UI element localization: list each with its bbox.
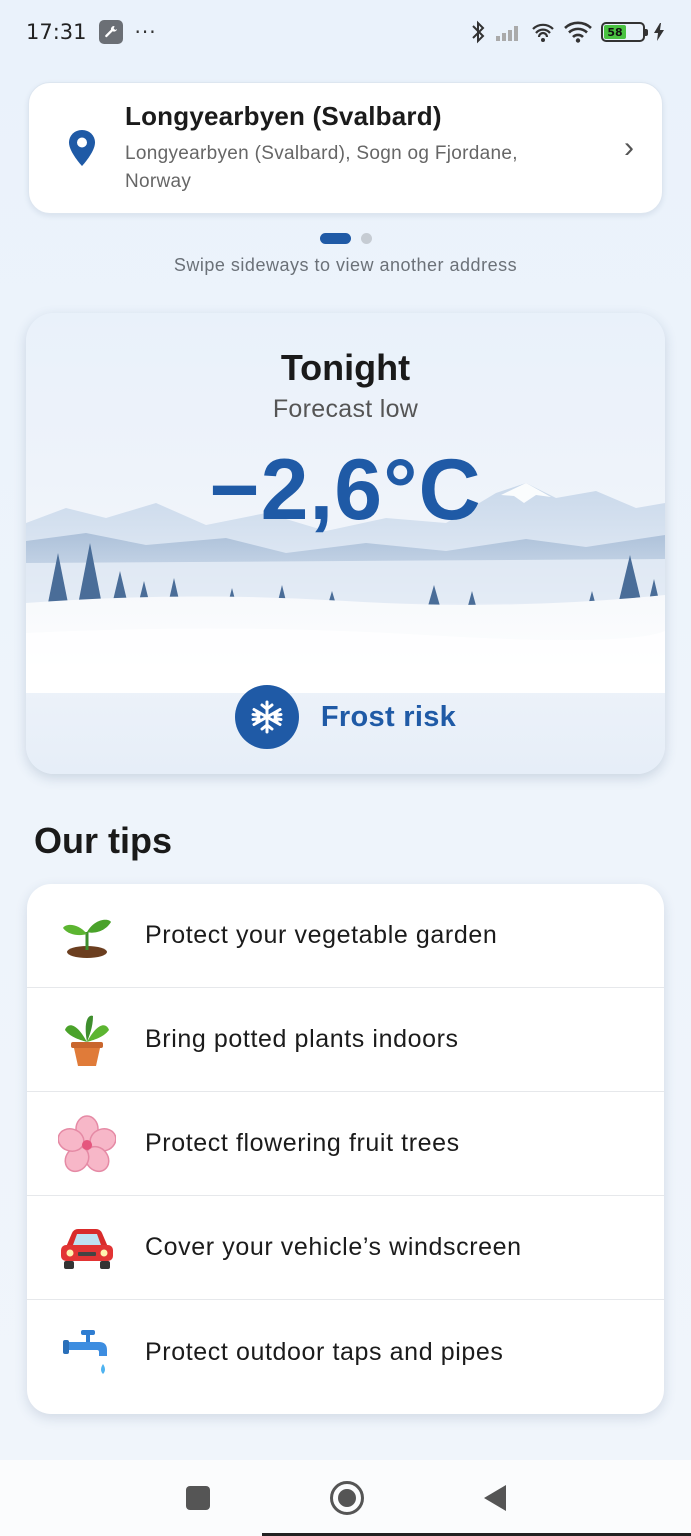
car-icon [57, 1218, 117, 1278]
status-right: 58 [469, 20, 665, 44]
status-left: 17:31 ··· [26, 20, 157, 44]
location-pin-icon [69, 130, 95, 166]
wifi-icon [564, 21, 592, 43]
recents-button[interactable] [185, 1486, 210, 1510]
snowflake-icon [234, 685, 299, 749]
bluetooth-icon [472, 20, 485, 44]
water-tap-icon [57, 1322, 117, 1382]
frost-risk-label: Frost risk [320, 700, 457, 733]
battery-icon: 58 [601, 22, 648, 42]
tip-item-potted-plants[interactable]: Bring potted plants indoors [27, 988, 664, 1092]
tip-label: Bring potted plants indoors [145, 1025, 459, 1053]
chevron-right-icon: › [624, 131, 634, 164]
tip-item-windscreen[interactable]: Cover your vehicle’s windscreen [27, 1196, 664, 1300]
tips-list: Protect your vegetable garden Bring pott… [27, 884, 664, 1414]
forecast-temperature: −2,6°C [209, 442, 482, 538]
signal-icon [496, 26, 518, 41]
location-text: Longyearbyen (Svalbard) Longyearbyen (Sv… [125, 101, 624, 196]
tip-item-fruit-trees[interactable]: Protect flowering fruit trees [27, 1092, 664, 1196]
location-name: Longyearbyen (Svalbard) [125, 100, 442, 131]
tip-item-vegetable-garden[interactable]: Protect your vegetable garden [27, 884, 664, 988]
potted-plant-icon [57, 1010, 117, 1070]
wrench-icon [98, 20, 123, 44]
location-detail: Longyearbyen (Svalbard), Sogn og Fjordan… [125, 142, 518, 192]
tip-label: Cover your vehicle’s windscreen [145, 1233, 522, 1261]
page-indicator[interactable] [0, 233, 691, 244]
cherry-blossom-icon [57, 1114, 117, 1174]
home-button[interactable] [329, 1481, 364, 1515]
forecast-subtitle: Forecast low [272, 395, 419, 423]
tip-label: Protect flowering fruit trees [145, 1129, 460, 1157]
swipe-hint: Swipe sideways to view another address [173, 255, 518, 275]
status-bar: 17:31 ··· 58 [0, 0, 691, 64]
charging-icon [654, 23, 664, 41]
hotspot-icon [532, 23, 554, 42]
battery-level: 58 [604, 25, 627, 39]
system-nav-bar [0, 1460, 691, 1536]
page-dot-active [319, 233, 351, 244]
tips-heading: Our tips [34, 820, 173, 861]
location-card[interactable]: Longyearbyen (Svalbard) Longyearbyen (Sv… [28, 82, 663, 214]
page-dot [360, 233, 372, 244]
forecast-card: Tonight Forecast low −2,6°C Frost risk [26, 313, 665, 774]
frost-risk-badge: Frost risk [26, 685, 665, 749]
tip-item-taps-pipes[interactable]: Protect outdoor taps and pipes [27, 1300, 664, 1404]
forecast-title: Tonight [280, 347, 411, 388]
back-button[interactable] [483, 1485, 506, 1511]
tip-label: Protect your vegetable garden [145, 921, 498, 949]
tip-label: Protect outdoor taps and pipes [145, 1337, 504, 1366]
more-notifications-icon: ··· [134, 20, 157, 44]
seedling-icon [57, 906, 117, 966]
home-icon [337, 1489, 356, 1507]
status-time: 17:31 [26, 20, 87, 44]
